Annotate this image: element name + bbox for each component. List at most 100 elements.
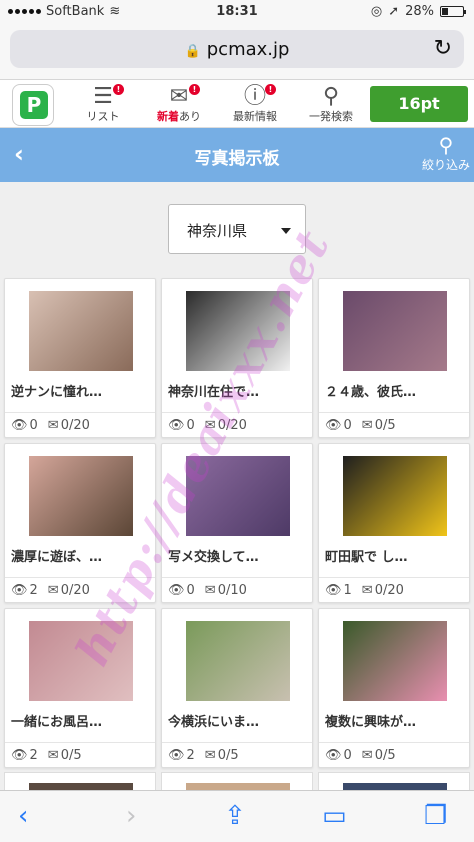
lock-icon: 🔒 (184, 44, 201, 59)
eye-icon: 👁 (168, 418, 185, 433)
prefecture-select[interactable]: 神奈川県 (168, 204, 306, 254)
post-photo[interactable] (29, 456, 133, 536)
post-stats: 👁 2 ✉ 0/20 (5, 577, 155, 604)
nav-new-mail[interactable]: ✉! 新着あり (144, 84, 214, 126)
nav-quick-search[interactable]: ⚲ 一発検索 (296, 84, 366, 126)
post-card[interactable]: 神奈川在住で… 👁 0 ✉ 0/20 (161, 278, 313, 438)
pcmax-logo[interactable]: P (12, 84, 54, 126)
battery-percent: 28% (405, 4, 434, 19)
message-count: ✉ 0/10 (204, 583, 247, 598)
post-photo[interactable] (343, 291, 447, 371)
address-bar[interactable]: 🔒 pcmax.jp ↻ (10, 30, 464, 68)
post-card[interactable]: ２４歳、彼氏… 👁 0 ✉ 0/5 (318, 278, 470, 438)
battery-icon (440, 6, 466, 17)
post-card[interactable]: 複数に興味が… 👁 0 ✉ 0/5 (318, 608, 470, 768)
post-card[interactable]: 一緒にお風呂… 👁 2 ✉ 0/5 (4, 608, 156, 768)
address-text-wrap: 🔒 pcmax.jp (10, 39, 464, 60)
nav-new-mail-label-red: 新着 (157, 110, 179, 123)
post-photo[interactable] (343, 456, 447, 536)
browser-toolbar: ‹ › ⇪ ▭ ❐ (0, 790, 474, 842)
eye-icon: 👁 (11, 748, 28, 763)
mail-icon: ✉! (144, 84, 214, 110)
eye-icon: 👁 (11, 418, 28, 433)
post-photo[interactable] (343, 621, 447, 701)
nav-quick-search-label: 一発検索 (309, 110, 353, 123)
mail-icon: ✉ (204, 418, 216, 433)
nav-news[interactable]: ⓘ! 最新情報 (220, 84, 290, 126)
location-icon: ➚ (388, 4, 400, 19)
bookmarks-icon[interactable]: ▭ (322, 801, 347, 831)
post-photo[interactable] (186, 291, 290, 371)
mail-icon: ✉ (47, 418, 59, 433)
mail-icon: ✉ (361, 748, 373, 763)
message-count: ✉ 0/20 (47, 418, 90, 433)
eye-icon: 👁 (325, 418, 342, 433)
share-icon[interactable]: ⇪ (224, 801, 246, 831)
post-stats: 👁 2 ✉ 0/5 (162, 742, 312, 769)
tabs-icon[interactable]: ❐ (424, 801, 447, 831)
eye-icon: 👁 (168, 583, 185, 598)
post-stats: 👁 0 ✉ 0/20 (5, 412, 155, 439)
post-title: 一緒にお風呂… (11, 715, 103, 730)
nav-list[interactable]: ☰! リスト (68, 84, 138, 126)
view-count: 👁 2 (11, 748, 38, 763)
message-count: ✉ 0/20 (361, 583, 404, 598)
view-count: 👁 1 (325, 583, 352, 598)
mail-icon: ✉ (47, 748, 59, 763)
logo-mark: P (20, 91, 48, 119)
notification-badge: ! (265, 84, 276, 95)
view-count: 👁 0 (325, 418, 352, 433)
post-stats: 👁 0 ✉ 0/10 (162, 577, 312, 604)
mail-icon: ✉ (47, 583, 59, 598)
message-count: ✉ 0/5 (204, 748, 239, 763)
forward-icon[interactable]: › (126, 801, 136, 831)
status-bar: SoftBank ≋ 18:31 ◎ ➚ 28% (0, 0, 474, 24)
post-card[interactable]: 濃厚に遊ぼ、… 👁 2 ✉ 0/20 (4, 443, 156, 603)
orientation-lock-icon: ◎ (370, 4, 383, 19)
message-count: ✉ 0/5 (47, 748, 82, 763)
view-count: 👁 0 (325, 748, 352, 763)
filter-button[interactable]: ⚲ 絞り込み (422, 134, 470, 173)
back-icon[interactable]: ‹ (18, 801, 28, 831)
post-photo[interactable] (186, 456, 290, 536)
filter-label: 絞り込み (421, 158, 470, 172)
mail-icon: ✉ (361, 583, 373, 598)
post-stats: 👁 1 ✉ 0/20 (319, 577, 469, 604)
post-title: ２４歳、彼氏… (325, 385, 417, 400)
post-photo[interactable] (186, 621, 290, 701)
post-card[interactable]: 今横浜にいま… 👁 2 ✉ 0/5 (161, 608, 313, 768)
post-stats: 👁 0 ✉ 0/20 (162, 412, 312, 439)
post-title: 今横浜にいま… (168, 715, 260, 730)
battery-fill (442, 8, 449, 15)
search-icon: ⚲ (438, 133, 454, 157)
post-stats: 👁 0 ✉ 0/5 (319, 742, 469, 769)
mail-icon: ✉ (204, 583, 216, 598)
page-title: 写真掲示板 (194, 149, 280, 169)
message-count: ✉ 0/5 (361, 418, 396, 433)
post-title: 町田駅で し… (325, 550, 408, 565)
eye-icon: 👁 (325, 583, 342, 598)
mail-icon: ✉ (361, 418, 373, 433)
info-icon: ⓘ! (220, 84, 290, 110)
message-count: ✉ 0/20 (204, 418, 247, 433)
status-right: ◎ ➚ 28% (370, 4, 466, 19)
nav-new-mail-label: 新着あり (144, 110, 214, 124)
post-card[interactable]: 写メ交換して… 👁 0 ✉ 0/10 (161, 443, 313, 603)
points-button[interactable]: 16pt (370, 86, 468, 122)
browser-address-area: 🔒 pcmax.jp ↻ (0, 24, 474, 80)
view-count: 👁 0 (168, 418, 195, 433)
post-card[interactable]: 町田駅で し… 👁 1 ✉ 0/20 (318, 443, 470, 603)
view-count: 👁 0 (11, 418, 38, 433)
post-photo[interactable] (29, 291, 133, 371)
reload-icon[interactable]: ↻ (434, 36, 452, 61)
eye-icon: 👁 (168, 748, 185, 763)
post-title: 神奈川在住で… (168, 385, 260, 400)
nav-list-label: リスト (86, 110, 120, 123)
nav-new-mail-label-rest: あり (179, 110, 201, 123)
page-header: ‹ 写真掲示板 ⚲ 絞り込み (0, 128, 474, 182)
post-card[interactable]: 逆ナンに憧れ… 👁 0 ✉ 0/20 (4, 278, 156, 438)
message-count: ✉ 0/20 (47, 583, 90, 598)
view-count: 👁 0 (168, 583, 195, 598)
search-icon: ⚲ (322, 84, 340, 109)
post-photo[interactable] (29, 621, 133, 701)
